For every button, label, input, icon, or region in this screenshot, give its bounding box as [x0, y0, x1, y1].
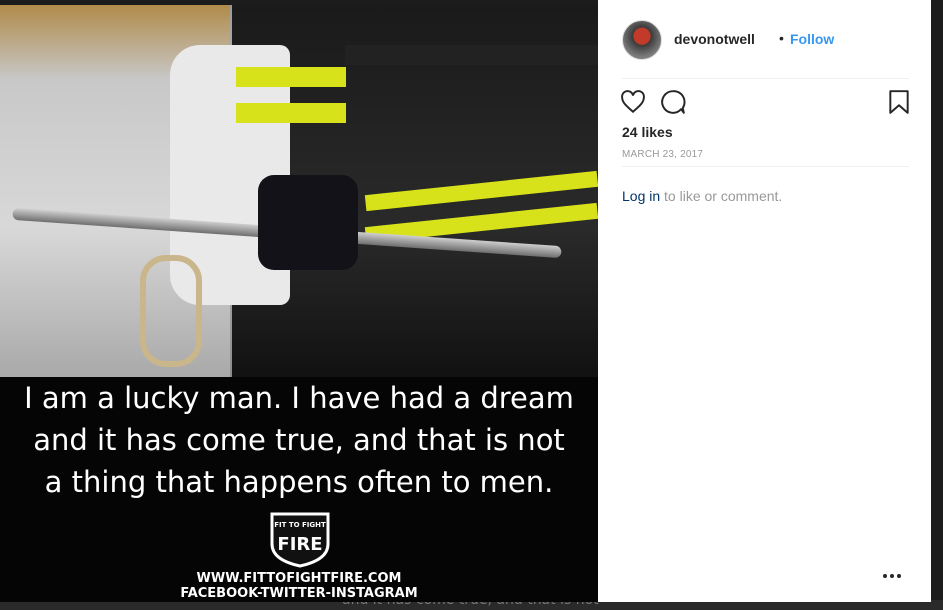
logo-main-text: FIRE — [277, 534, 322, 555]
logo-top-text: FIT TO FIGHT — [274, 521, 326, 529]
website-text: WWW.FITTOFIGHTFIRE.COM — [196, 571, 402, 586]
social-text: FACEBOOK-TWITTER-INSTAGRAM — [180, 586, 418, 601]
post-image[interactable]: I am a lucky man. I have had a dream and… — [0, 5, 598, 602]
heart-icon[interactable] — [620, 89, 646, 115]
header-divider — [622, 78, 909, 79]
more-options-icon[interactable] — [880, 566, 904, 584]
login-link[interactable]: Log in — [622, 188, 660, 204]
comment-icon[interactable] — [660, 89, 686, 115]
follow-button[interactable]: Follow — [790, 31, 834, 47]
post-date[interactable]: MARCH 23, 2017 — [622, 149, 703, 160]
post-side-panel: devonotwell • Follow 24 likes MARCH 23, … — [598, 0, 931, 602]
like-count[interactable]: 24 likes — [622, 124, 673, 140]
login-prompt-text: to like or comment. — [660, 188, 783, 204]
quote-line: a thing that happens often to men. — [44, 465, 554, 499]
login-prompt: Log in to like or comment. — [622, 188, 782, 204]
date-divider — [622, 166, 909, 167]
fit-to-fight-fire-logo: FIT TO FIGHT FIRE — [270, 512, 330, 568]
quote-text: I am a lucky man. I have had a dream and… — [0, 377, 598, 503]
username-link[interactable]: devonotwell — [674, 31, 755, 47]
action-bar — [620, 89, 912, 117]
firefighter-photo — [0, 5, 598, 377]
post-header: devonotwell • Follow — [622, 18, 909, 62]
avatar[interactable] — [622, 20, 662, 60]
separator-dot: • — [779, 30, 784, 46]
site-credits: WWW.FITTOFIGHTFIRE.COM FACEBOOK-TWITTER-… — [0, 571, 598, 601]
quote-line: and it has come true, and that is not — [33, 423, 565, 457]
bookmark-icon[interactable] — [886, 89, 912, 115]
quote-line: I am a lucky man. I have had a dream — [24, 381, 574, 415]
